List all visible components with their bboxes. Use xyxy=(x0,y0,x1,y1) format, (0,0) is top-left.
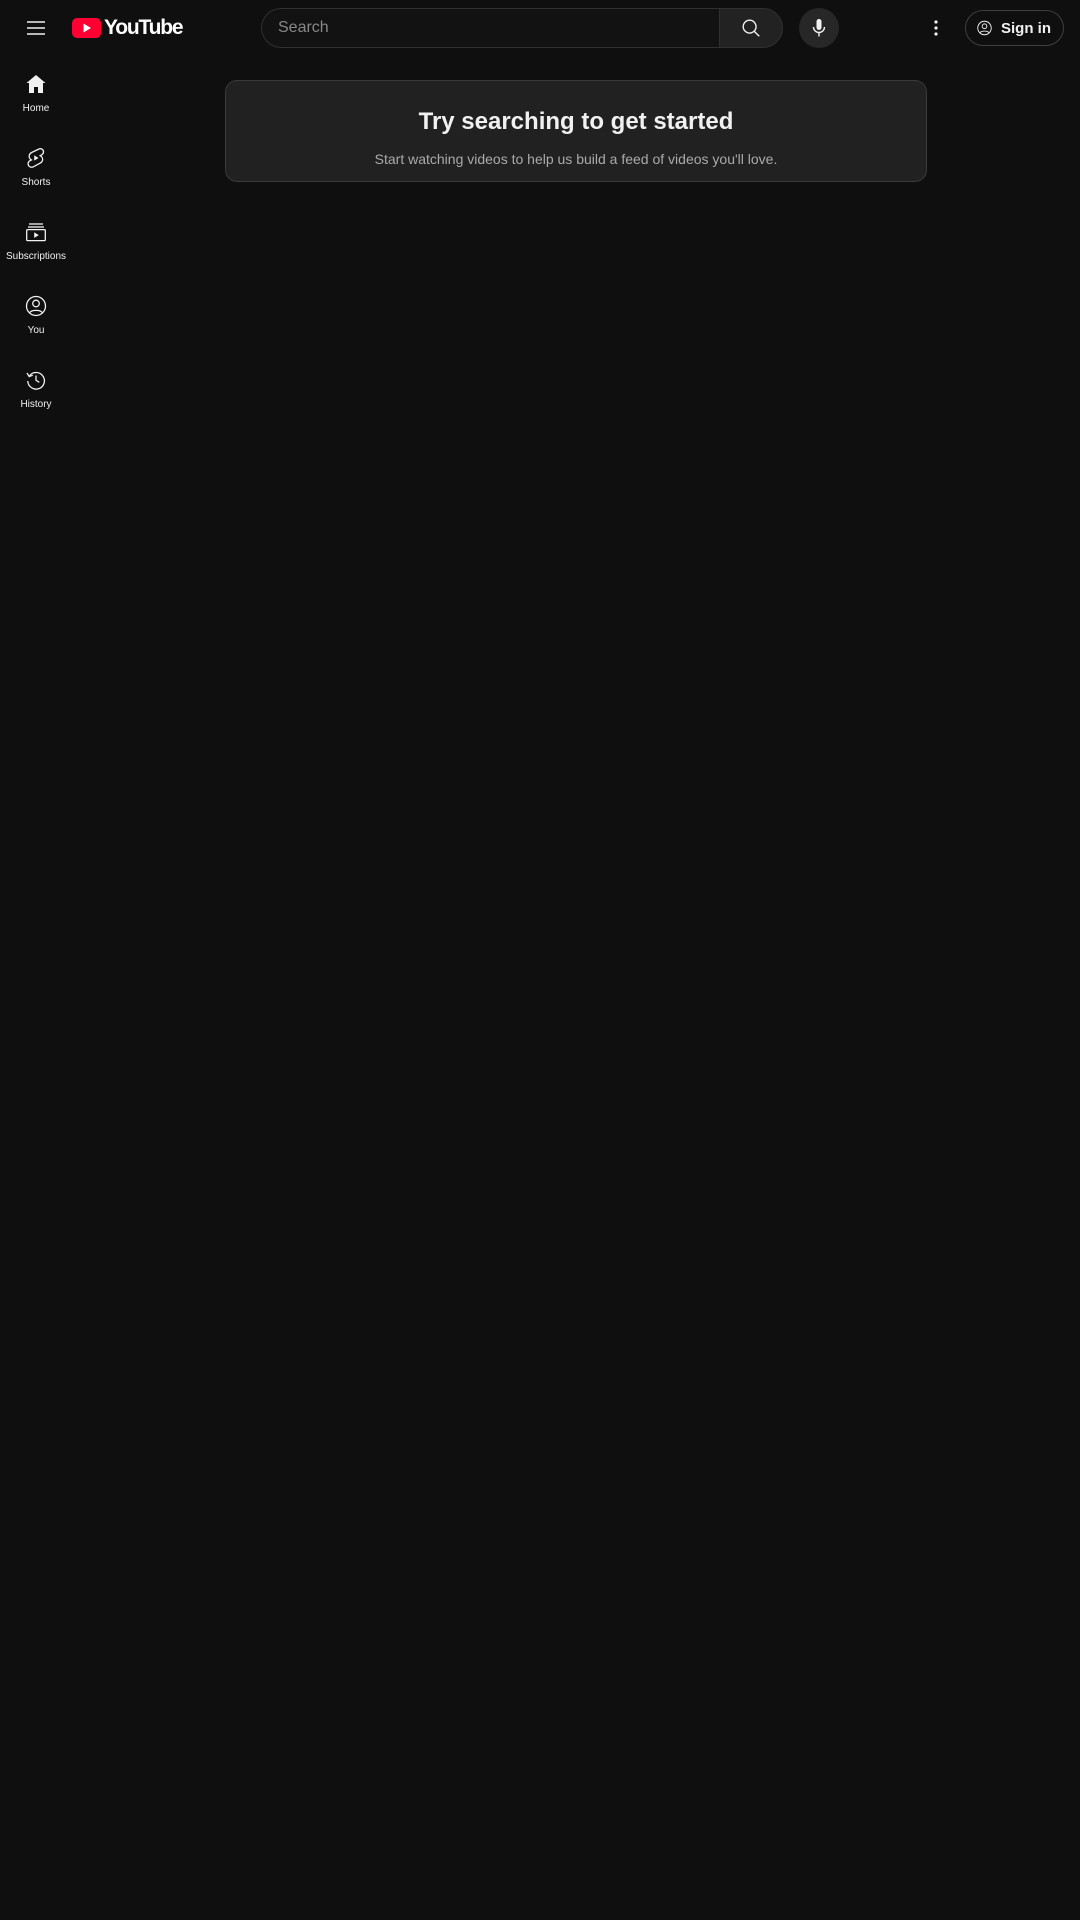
empty-state-title: Try searching to get started xyxy=(418,108,734,135)
account-circle-icon xyxy=(25,295,47,317)
search-button[interactable] xyxy=(719,8,783,48)
guide-item-you[interactable]: You xyxy=(4,278,68,352)
voice-search-button[interactable] xyxy=(799,8,839,48)
guide-item-home[interactable]: Home xyxy=(4,56,68,130)
search-box xyxy=(261,8,783,48)
history-icon xyxy=(26,371,46,390)
search-input[interactable] xyxy=(261,8,720,48)
guide-item-label: Home xyxy=(22,103,50,114)
mini-guide: Home Shorts Subscriptions You History xyxy=(4,56,68,426)
empty-state-subtitle: Start watching videos to help us build a… xyxy=(374,151,778,167)
guide-item-label: Shorts xyxy=(21,177,51,188)
search-icon xyxy=(742,19,760,37)
account-circle-icon xyxy=(977,20,992,36)
guide-item-shorts[interactable]: Shorts xyxy=(4,130,68,204)
guide-item-history[interactable]: History xyxy=(4,352,68,426)
guide-item-label: Subscriptions xyxy=(5,251,67,262)
sign-in-button[interactable]: Sign in xyxy=(965,10,1064,46)
sign-in-label: Sign in xyxy=(1001,19,1051,37)
settings-more-button[interactable] xyxy=(916,8,956,48)
logo-wordmark: YouTube xyxy=(104,16,184,39)
guide-item-label: You xyxy=(27,325,45,336)
shorts-icon xyxy=(27,148,45,168)
home-icon xyxy=(26,75,46,93)
hamburger-menu-icon xyxy=(27,21,45,35)
masthead: YouTube Sign in xyxy=(0,0,1080,56)
guide-menu-button[interactable] xyxy=(16,8,56,48)
guide-item-subscriptions[interactable]: Subscriptions xyxy=(4,204,68,278)
feed-empty-state-card: Try searching to get started Start watch… xyxy=(225,80,927,182)
youtube-logo[interactable]: YouTube xyxy=(72,16,184,40)
youtube-play-logo-icon xyxy=(72,18,101,38)
subscriptions-icon xyxy=(26,223,46,242)
microphone-icon xyxy=(812,19,826,37)
guide-item-label: History xyxy=(20,399,52,410)
more-vert-icon xyxy=(934,20,938,36)
